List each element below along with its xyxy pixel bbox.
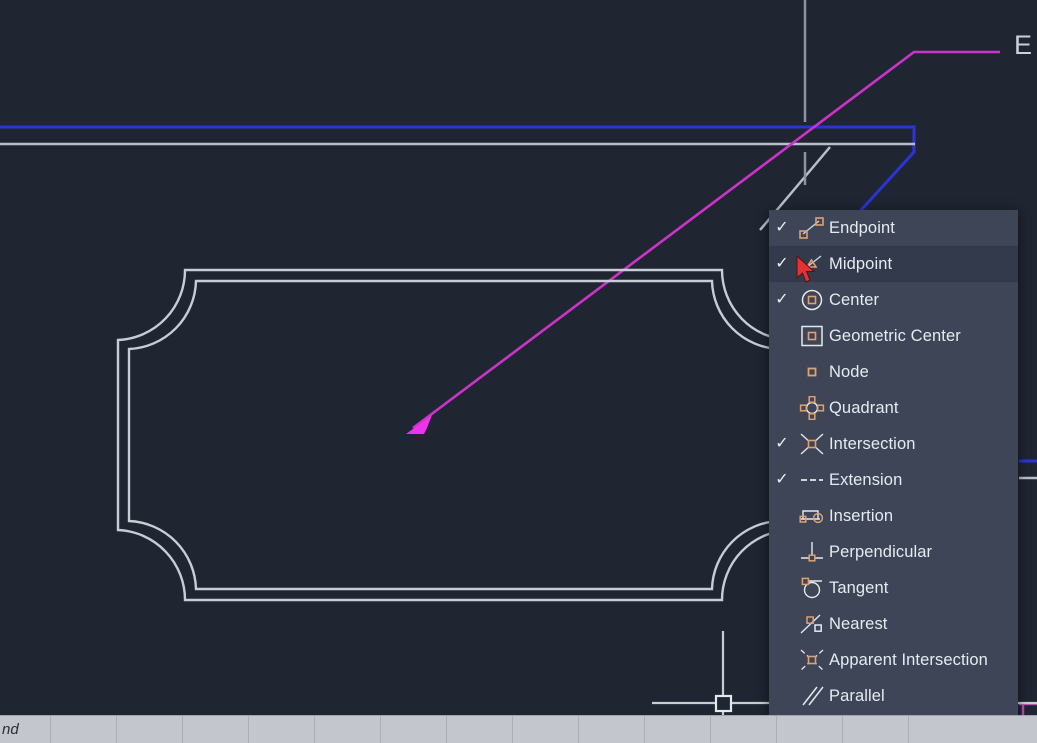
menu-label-node: Node	[829, 362, 869, 381]
menu-item-geometric-center[interactable]: Geometric Center	[769, 318, 1018, 354]
menu-item-insertion[interactable]: Insertion	[769, 498, 1018, 534]
menu-label-tangent: Tangent	[829, 578, 889, 597]
menu-item-tangent[interactable]: Tangent	[769, 570, 1018, 606]
endpoint-snap-icon	[795, 210, 829, 246]
menu-label-extension: Extension	[829, 470, 903, 489]
check-intersection-icon: ✓	[775, 435, 789, 452]
status-bar-cell[interactable]	[842, 716, 908, 743]
intersection-snap-icon	[795, 426, 829, 462]
menu-label-nearest: Nearest	[829, 614, 888, 633]
menu-label-geometric-center: Geometric Center	[829, 326, 961, 345]
menu-item-apparent-intersection[interactable]: Apparent Intersection	[769, 642, 1018, 678]
menu-item-quadrant[interactable]: Quadrant	[769, 390, 1018, 426]
object-snap-context-menu[interactable]: ✓ Endpoint ✓ Midpoint ✓ Center Geometric…	[769, 210, 1018, 743]
status-bar-cell[interactable]	[314, 716, 380, 743]
check-midpoint-icon: ✓	[775, 255, 789, 272]
check-center-icon: ✓	[775, 291, 789, 308]
status-bar-cell[interactable]	[380, 716, 446, 743]
geometric-center-snap-icon	[795, 318, 829, 354]
menu-item-parallel[interactable]: Parallel	[769, 678, 1018, 714]
menu-item-perpendicular[interactable]: Perpendicular	[769, 534, 1018, 570]
tangent-snap-icon	[795, 570, 829, 606]
menu-label-quadrant: Quadrant	[829, 398, 899, 417]
check-endpoint-icon: ✓	[775, 219, 789, 236]
status-bar[interactable]: nd	[0, 715, 1037, 743]
extension-snap-icon	[795, 462, 829, 498]
menu-item-center[interactable]: ✓ Center	[769, 282, 1018, 318]
status-bar-cell[interactable]	[578, 716, 644, 743]
menu-item-intersection[interactable]: ✓ Intersection	[769, 426, 1018, 462]
menu-label-midpoint: Midpoint	[829, 254, 893, 273]
apparent-intersection-snap-icon	[795, 642, 829, 678]
parallel-snap-icon	[795, 678, 829, 714]
node-snap-icon	[795, 354, 829, 390]
magenta-arrowhead	[406, 415, 432, 434]
insertion-snap-icon	[795, 498, 829, 534]
status-bar-cell[interactable]	[248, 716, 314, 743]
status-bar-cell[interactable]	[710, 716, 776, 743]
status-bar-cell[interactable]	[446, 716, 512, 743]
menu-item-node[interactable]: Node	[769, 354, 1018, 390]
plaque-outer-outline	[116, 268, 792, 602]
mouse-pointer-icon	[796, 255, 816, 283]
perpendicular-snap-icon	[795, 534, 829, 570]
menu-label-center: Center	[829, 290, 880, 309]
drawing-label-e: E	[1014, 30, 1033, 60]
plaque-inner-outline	[127, 279, 781, 591]
nearest-snap-icon	[795, 606, 829, 642]
menu-item-endpoint[interactable]: ✓ Endpoint	[769, 210, 1018, 246]
menu-item-nearest[interactable]: Nearest	[769, 606, 1018, 642]
check-extension-icon: ✓	[775, 471, 789, 488]
menu-label-parallel: Parallel	[829, 686, 885, 705]
menu-label-apparent-intersection: Apparent Intersection	[829, 650, 988, 669]
menu-label-insertion: Insertion	[829, 506, 894, 525]
menu-item-extension[interactable]: ✓ Extension	[769, 462, 1018, 498]
status-bar-cell[interactable]	[50, 716, 116, 743]
status-bar-cell[interactable]	[908, 716, 974, 743]
quadrant-snap-icon	[795, 390, 829, 426]
command-line-tail: nd	[2, 721, 19, 738]
menu-label-perpendicular: Perpendicular	[829, 542, 933, 561]
status-bar-cell[interactable]	[776, 716, 842, 743]
status-bar-cell[interactable]	[182, 716, 248, 743]
menu-label-intersection: Intersection	[829, 434, 916, 453]
status-bar-cell[interactable]	[116, 716, 182, 743]
center-snap-icon	[795, 282, 829, 318]
status-bar-cell[interactable]	[512, 716, 578, 743]
menu-label-endpoint: Endpoint	[829, 218, 895, 237]
pickbox-square	[714, 694, 733, 713]
status-bar-cell[interactable]	[644, 716, 710, 743]
